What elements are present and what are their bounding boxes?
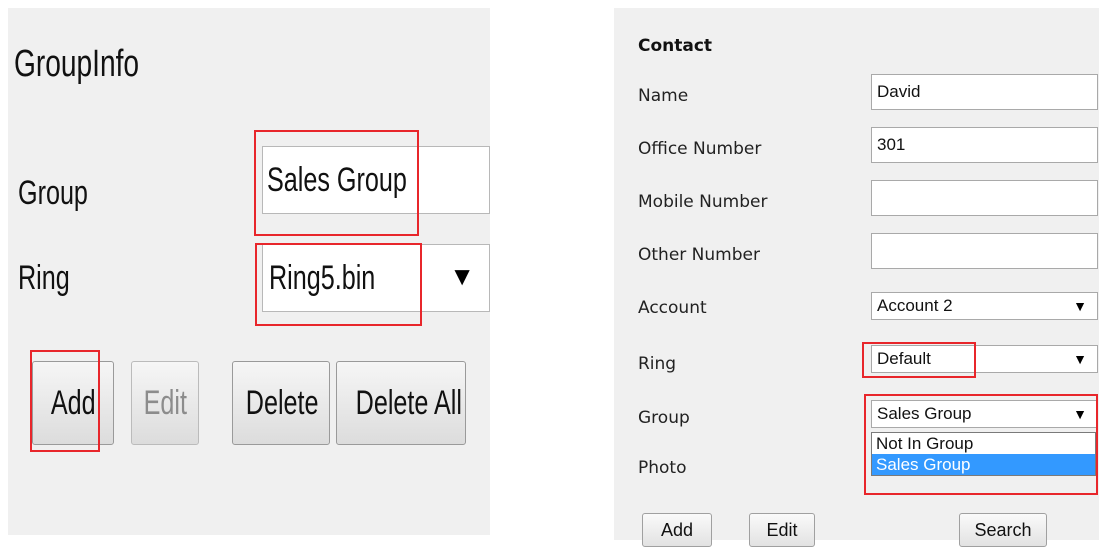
group-name-value: Sales Group: [267, 161, 407, 199]
caret-down-icon: ▼: [1073, 351, 1087, 367]
account-select[interactable]: Account 2 ▼: [871, 292, 1098, 320]
account-label: Account: [638, 298, 707, 318]
mobile-number-input[interactable]: [871, 180, 1098, 216]
caret-down-icon: ▼: [1073, 298, 1087, 314]
group-select-value: Sales Group: [877, 404, 972, 423]
group-label: Group: [638, 408, 690, 428]
add-group-button[interactable]: Add: [32, 361, 114, 445]
mobile-number-label: Mobile Number: [638, 192, 768, 212]
edit-contact-button[interactable]: Edit: [749, 513, 815, 547]
group-name-input[interactable]: Sales Group: [262, 146, 490, 214]
search-button[interactable]: Search: [959, 513, 1047, 547]
groupinfo-title: GroupInfo: [14, 43, 140, 85]
edit-group-button[interactable]: Edit: [131, 361, 199, 445]
groupinfo-panel: GroupInfo Group Sales Group Ring Ring5.b…: [8, 8, 490, 535]
delete-all-groups-button[interactable]: Delete All: [336, 361, 466, 445]
ring-select-value: Default: [877, 349, 931, 368]
group-option-not-in-group[interactable]: Not In Group: [872, 433, 1095, 454]
contact-title: Contact: [638, 36, 713, 56]
add-contact-button[interactable]: Add: [642, 513, 712, 547]
other-number-input[interactable]: [871, 233, 1098, 269]
name-label: Name: [638, 86, 689, 106]
ring-label: Ring: [18, 259, 70, 297]
caret-down-icon: ▼: [1073, 406, 1087, 422]
contact-panel: Contact Name David Office Number 301 Mob…: [614, 8, 1099, 547]
other-number-label: Other Number: [638, 245, 760, 265]
ring-select[interactable]: Ring5.bin ▼: [262, 244, 490, 312]
group-select[interactable]: Sales Group ▼: [871, 400, 1098, 428]
delete-group-button[interactable]: Delete: [232, 361, 330, 445]
group-dropdown-list: Not In Group Sales Group: [871, 432, 1096, 476]
group-label: Group: [18, 174, 88, 212]
photo-label: Photo: [638, 458, 687, 478]
office-number-label: Office Number: [638, 139, 762, 159]
account-select-value: Account 2: [877, 296, 953, 315]
group-option-sales-group[interactable]: Sales Group: [872, 454, 1095, 475]
ring-select-value: Ring5.bin: [269, 259, 376, 297]
ring-select[interactable]: Default ▼: [871, 345, 1098, 373]
office-number-input[interactable]: 301: [871, 127, 1098, 163]
caret-down-icon: ▼: [449, 261, 475, 291]
ring-label: Ring: [638, 354, 677, 374]
name-input[interactable]: David: [871, 74, 1098, 110]
